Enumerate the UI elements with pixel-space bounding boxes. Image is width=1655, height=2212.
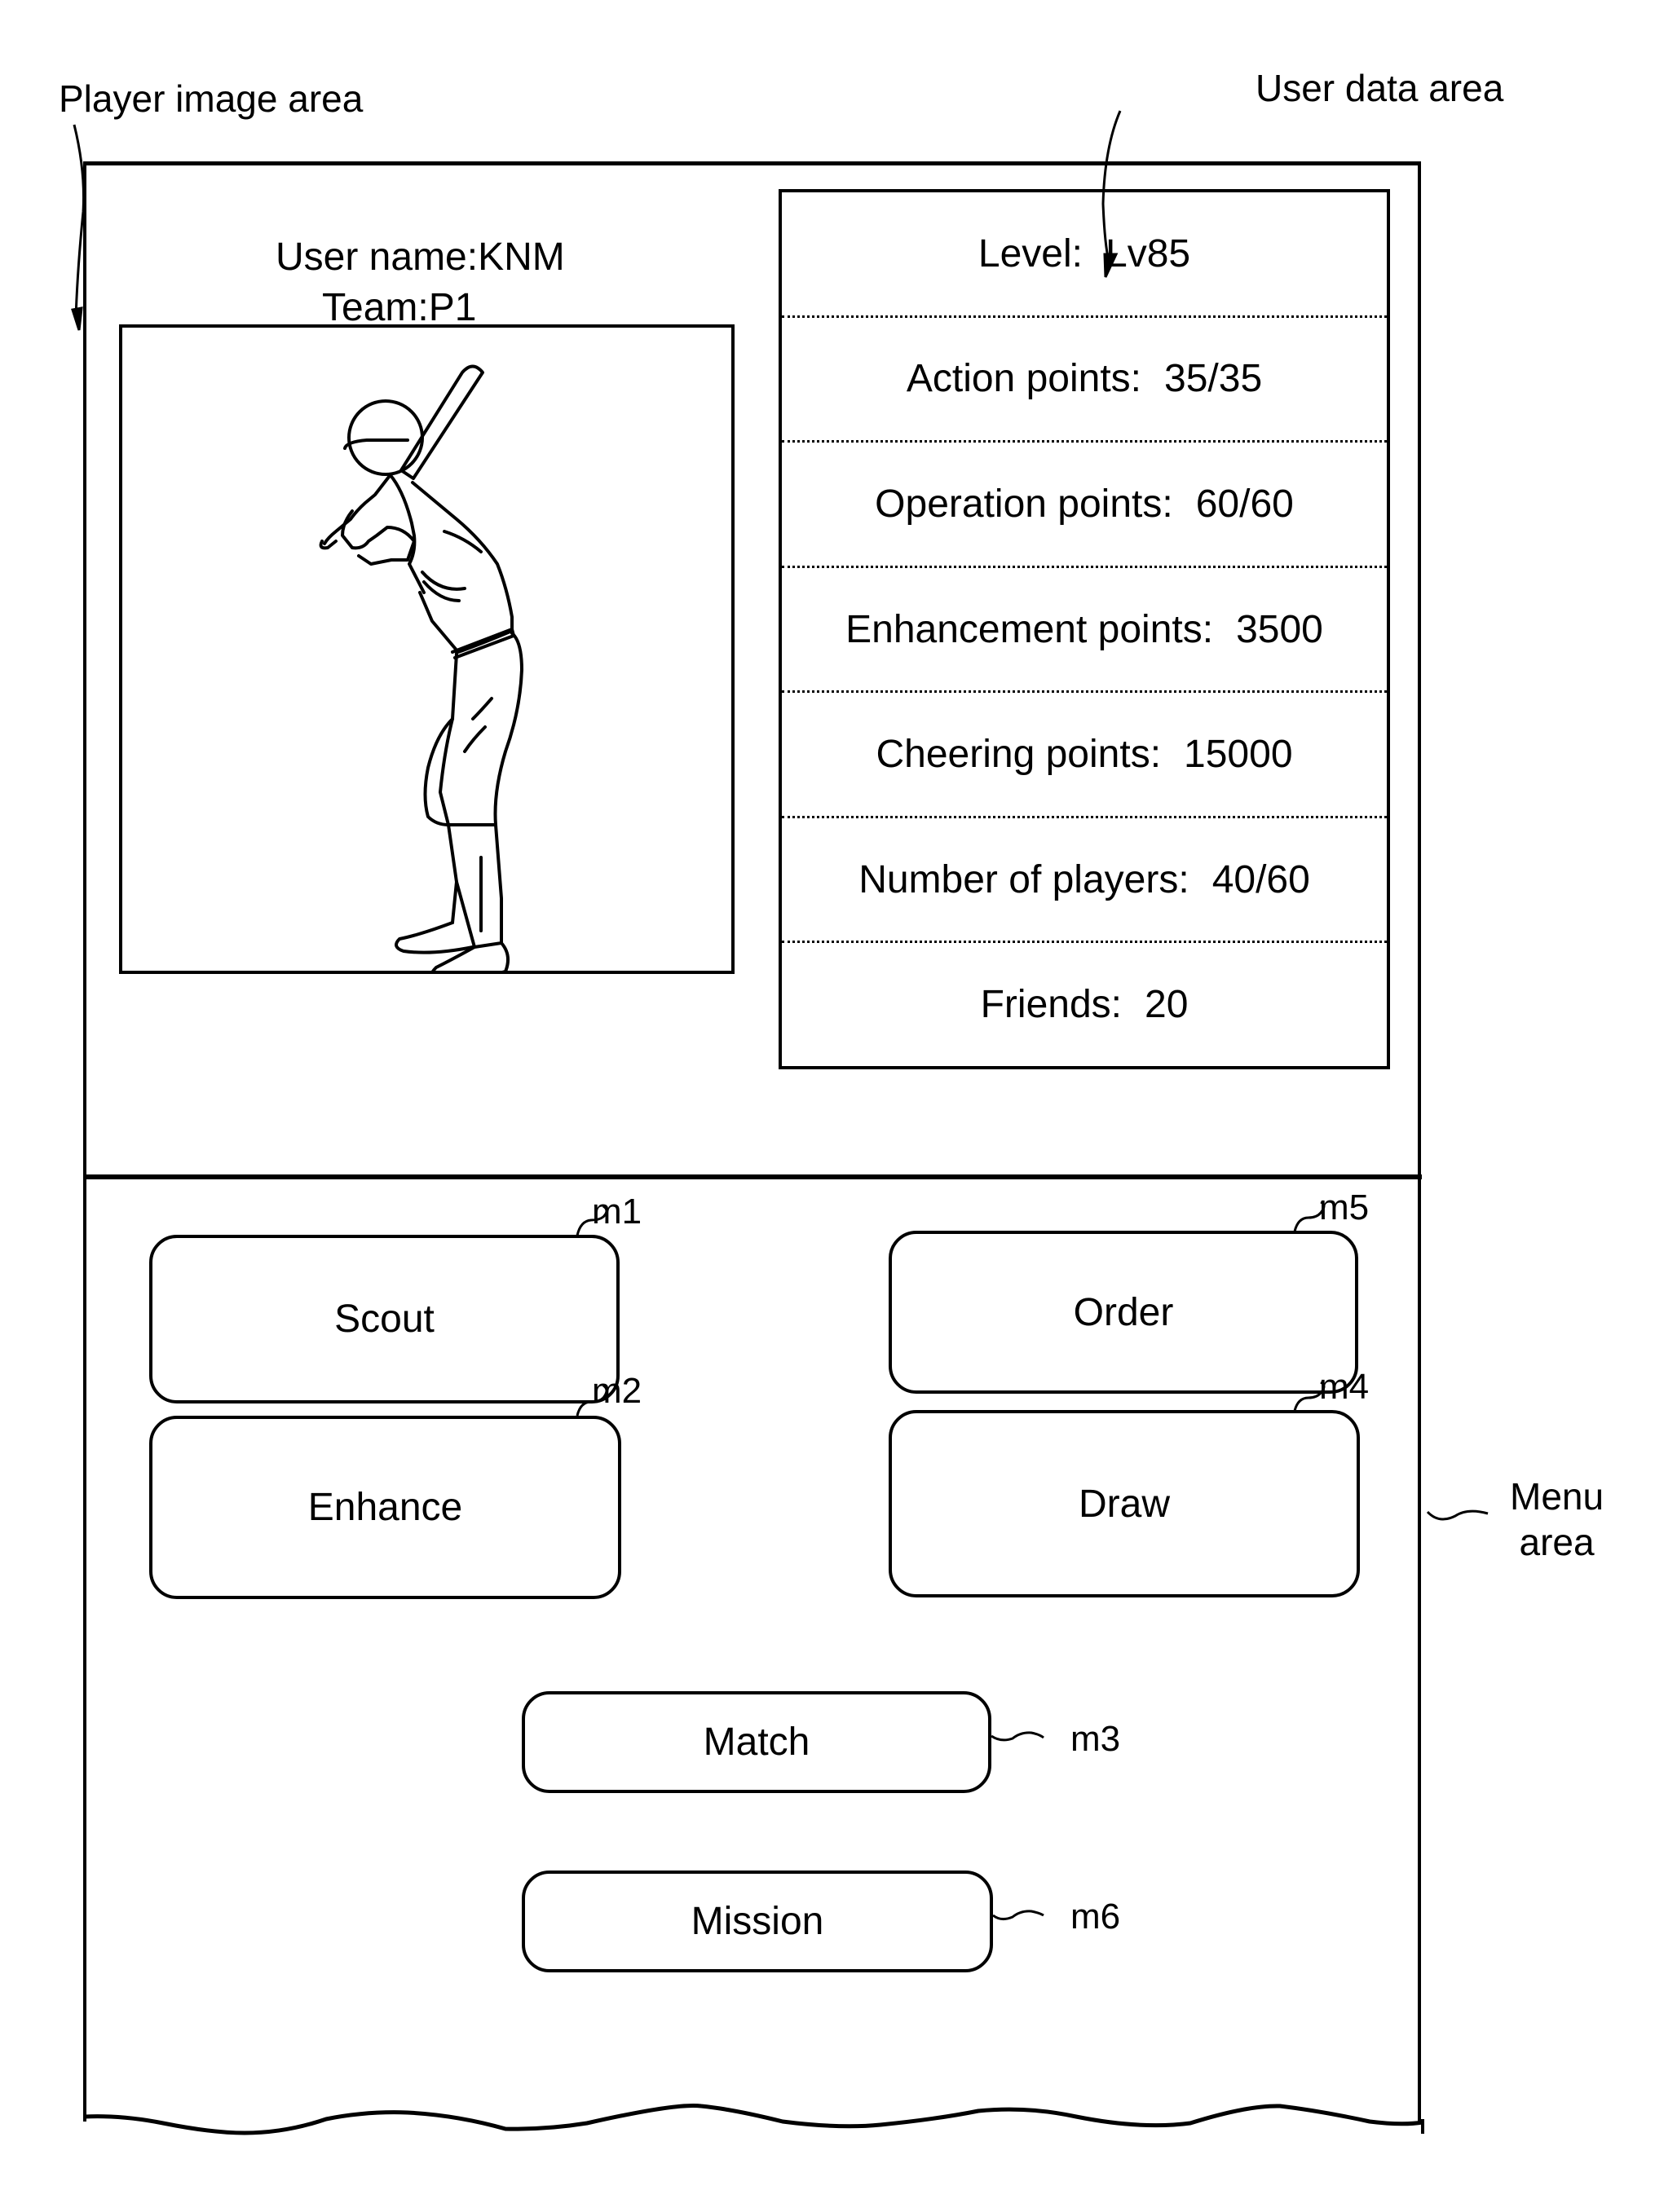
stat-value: Lv85 (1106, 231, 1191, 275)
stat-action-points: Action points: 35/35 (782, 318, 1387, 443)
callout-menu-area-line1: Menu (1510, 1475, 1604, 1518)
ref-label-m1: m1 (592, 1192, 642, 1232)
callout-menu-area: Menu area (1510, 1474, 1604, 1565)
callout-user-data-area: User data area (1256, 67, 1504, 109)
user-data-area: Level: Lv85 Action points: 35/35 Operation… (779, 189, 1390, 1069)
stat-value: 3500 (1236, 607, 1323, 651)
stat-level: Level: Lv85 (782, 192, 1387, 318)
callout-player-image-area: Player image area (59, 77, 364, 120)
player-image-area[interactable] (119, 324, 735, 985)
draw-button[interactable]: Draw (889, 1410, 1360, 1597)
stat-operation-points: Operation points: 60/60 (782, 443, 1387, 568)
user-name-row: User name:KNM (276, 232, 620, 283)
team-label: Team (322, 286, 418, 329)
order-button[interactable]: Order (889, 1231, 1358, 1394)
ref-label-m4: m4 (1319, 1367, 1370, 1407)
callout-menu-area-line2: area (1519, 1521, 1595, 1563)
mission-button[interactable]: Mission (522, 1871, 993, 1972)
area-divider (85, 1174, 1422, 1179)
baseball-batter-icon (319, 364, 523, 985)
stat-enhancement-points: Enhancement points: 3500 (782, 568, 1387, 694)
player-image-leader-line (73, 124, 86, 319)
menu-area-leader-line (1426, 1509, 1489, 1521)
stat-label: Enhancement points: (845, 607, 1214, 651)
team-value: P1 (428, 286, 477, 329)
stat-label: Friends: (980, 983, 1122, 1027)
stat-value: 35/35 (1164, 357, 1263, 401)
stat-value: 15000 (1184, 733, 1293, 777)
ref-label-m3: m3 (1070, 1719, 1121, 1759)
team-separator: : (417, 286, 429, 329)
enhance-button[interactable]: Enhance (149, 1416, 621, 1599)
stat-label: Cheering points: (876, 733, 1162, 777)
stat-label: Level: (978, 231, 1083, 275)
player-image-arrowhead-icon (71, 306, 83, 331)
stat-label: Operation points: (875, 482, 1173, 526)
ref-label-m2: m2 (592, 1371, 642, 1411)
stat-number-of-players: Number of players: 40/60 (782, 818, 1387, 944)
ref-label-m5: m5 (1319, 1188, 1370, 1227)
stat-value: 20 (1145, 983, 1189, 1027)
user-name-value: KNM (478, 236, 565, 279)
user-info: User name:KNM Team:P1 (245, 232, 620, 333)
stat-label: Action points: (906, 357, 1142, 401)
stat-cheering-points: Cheering points: 15000 (782, 693, 1387, 818)
user-name-label: User name (276, 236, 467, 279)
user-name-separator: : (466, 236, 479, 279)
stat-label: Number of players: (858, 857, 1189, 901)
match-button[interactable]: Match (522, 1691, 991, 1793)
scout-button[interactable]: Scout (149, 1235, 620, 1403)
ref-label-m6: m6 (1070, 1897, 1121, 1937)
stat-value: 40/60 (1211, 857, 1310, 901)
stat-friends: Friends: 20 (782, 943, 1387, 1066)
stat-value: 60/60 (1195, 482, 1294, 526)
